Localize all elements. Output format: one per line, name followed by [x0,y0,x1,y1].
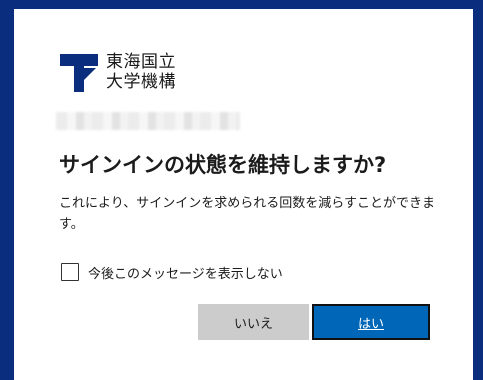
dont-show-again-option[interactable]: 今後このメッセージを表示しない [61,261,283,283]
no-button[interactable]: いいえ [198,304,309,340]
stay-signed-in-dialog: 東海国立 大学機構 サインインの状態を維持しますか? これにより、サインインを求… [14,9,473,380]
dialog-title: サインインの状態を維持しますか? [59,153,387,177]
yes-button[interactable]: はい [312,304,430,340]
logo-line-2: 大学機構 [106,72,176,92]
tokai-logo-icon [60,54,98,92]
dialog-description: これにより、サインインを求められる回数を減らすことができます。 [59,196,435,232]
dont-show-again-label: 今後このメッセージを表示しない [88,266,283,282]
logo-line-1: 東海国立 [106,52,176,72]
dont-show-again-checkbox[interactable] [61,263,79,281]
organization-logo: 東海国立 大学機構 [60,52,190,94]
organization-name: 東海国立 大学機構 [106,52,176,92]
account-name-redacted [56,112,240,130]
